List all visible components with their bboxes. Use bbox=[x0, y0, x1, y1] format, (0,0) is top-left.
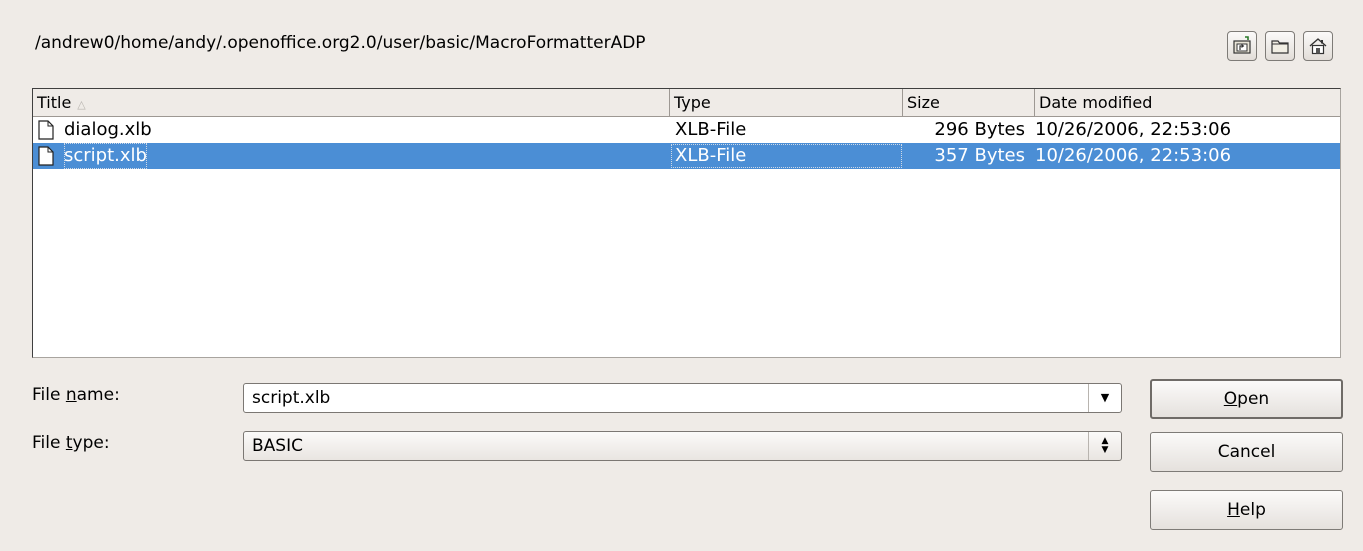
file-type: XLB-File bbox=[675, 119, 747, 140]
cancel-button[interactable]: Cancel bbox=[1150, 432, 1343, 472]
file-size: 357 Bytes bbox=[934, 145, 1025, 166]
file-date: 10/26/2006, 22:53:06 bbox=[1035, 145, 1232, 166]
column-header-size[interactable]: Size bbox=[903, 89, 1035, 116]
path-label: /andrew0/home/andy/.openoffice.org2.0/us… bbox=[35, 33, 646, 53]
list-header: Title △ Type Size Date modified bbox=[33, 89, 1340, 117]
column-header-title[interactable]: Title △ bbox=[33, 89, 670, 116]
open-button[interactable]: Open bbox=[1150, 379, 1343, 419]
dropdown-arrow-icon[interactable]: ▼ bbox=[1088, 384, 1121, 412]
updown-arrow-icon: ▲ ▼ bbox=[1088, 432, 1121, 460]
file-row-script[interactable]: script.xlb XLB-File 357 Bytes 10/26/2006… bbox=[33, 143, 1340, 169]
toolbar bbox=[1227, 31, 1333, 61]
file-type: XLB-File bbox=[670, 143, 903, 169]
file-icon bbox=[38, 146, 54, 166]
file-row-dialog[interactable]: dialog.xlb XLB-File 296 Bytes 10/26/2006… bbox=[33, 117, 1340, 143]
file-name-input[interactable]: script.xlb bbox=[252, 384, 1121, 412]
home-button[interactable] bbox=[1303, 31, 1333, 61]
file-type-label: File type: bbox=[32, 433, 110, 453]
folder-up-icon bbox=[1233, 36, 1251, 54]
sort-ascending-icon: △ bbox=[77, 98, 86, 111]
new-folder-icon bbox=[1271, 40, 1289, 54]
file-type-select[interactable]: BASIC ▲ ▼ bbox=[243, 431, 1122, 461]
file-name: script.xlb bbox=[64, 143, 147, 169]
file-icon bbox=[38, 120, 54, 140]
file-list[interactable]: Title △ Type Size Date modified dialog.xl… bbox=[32, 88, 1341, 358]
file-name-combobox[interactable]: script.xlb ▼ bbox=[243, 383, 1122, 413]
new-folder-button[interactable] bbox=[1265, 31, 1295, 61]
file-name-label: File name: bbox=[32, 385, 120, 405]
file-type-value: BASIC bbox=[252, 436, 303, 456]
column-header-date[interactable]: Date modified bbox=[1035, 89, 1340, 116]
file-date: 10/26/2006, 22:53:06 bbox=[1035, 119, 1232, 140]
home-icon bbox=[1309, 38, 1327, 55]
column-header-type[interactable]: Type bbox=[670, 89, 903, 116]
file-name: dialog.xlb bbox=[64, 119, 152, 140]
folder-up-button[interactable] bbox=[1227, 31, 1257, 61]
help-button[interactable]: Help bbox=[1150, 490, 1343, 530]
file-size: 296 Bytes bbox=[934, 119, 1025, 140]
